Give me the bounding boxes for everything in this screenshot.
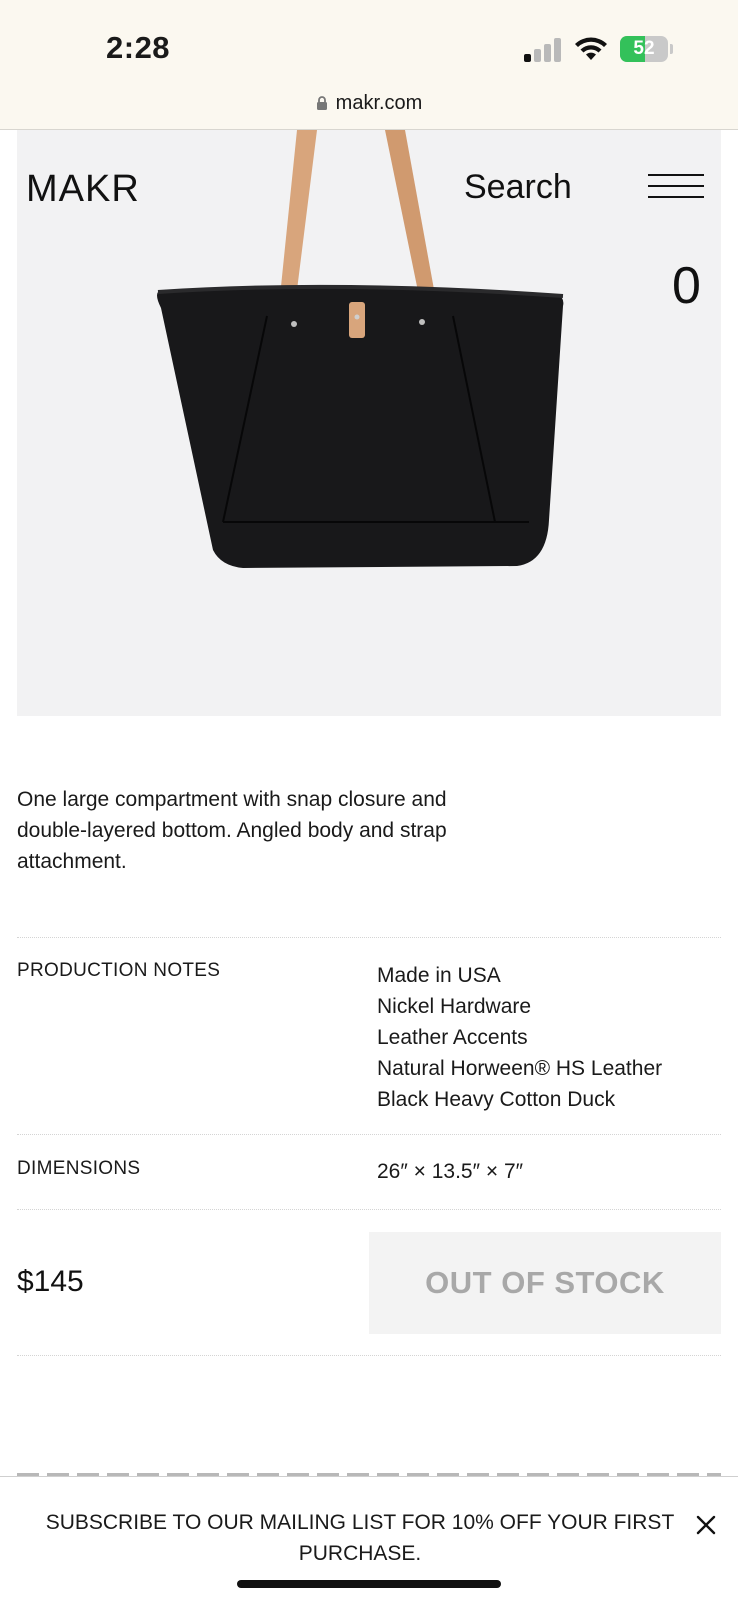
production-note-item: Leather Accents [377,1026,528,1049]
status-time: 2:28 [106,30,171,65]
cellular-signal-icon [524,38,562,62]
dimensions-value: 26″ × 13.5″ × 7″ [377,1160,524,1183]
close-icon[interactable] [694,1513,718,1537]
address-bar[interactable]: makr.com [0,92,738,115]
product-price: $145 [17,1265,84,1298]
wifi-icon [575,37,607,60]
divider [17,1355,721,1356]
out-of-stock-button[interactable]: OUT OF STOCK [369,1232,721,1334]
battery-percent: 52 [633,38,655,59]
hamburger-menu-icon[interactable] [648,174,704,204]
divider [17,1134,721,1135]
production-notes-list: Made in USA Nickel Hardware Leather Acce… [377,960,662,1115]
product-description: One large compartment with snap closure … [17,788,447,873]
dimensions-label: DIMENSIONS [17,1158,141,1179]
site-logo[interactable]: MAKR [26,168,140,211]
subscribe-banner-text[interactable]: SUBSCRIBE TO OUR MAILING LIST FOR 10% OF… [40,1507,680,1569]
production-notes-label: PRODUCTION NOTES [17,960,221,981]
search-link[interactable]: Search [464,168,572,207]
product-image [17,130,721,716]
url-text: makr.com [335,92,423,114]
status-bar: 2:28 52 makr.com [0,0,738,130]
clipped-text-line [17,1468,721,1476]
production-note-item: Natural Horween® HS Leather [377,1057,663,1080]
cart-count[interactable]: 0 [672,256,701,316]
production-note-item: Nickel Hardware [377,995,532,1018]
battery-icon: 52 [620,36,673,62]
lock-icon [316,96,327,110]
production-note-item: Black Heavy Cotton Duck [377,1088,616,1111]
divider [17,1209,721,1210]
home-indicator [237,1580,501,1588]
production-note-item: Made in USA [377,964,501,987]
tote-bag-illustration [157,130,564,568]
divider [17,937,721,938]
